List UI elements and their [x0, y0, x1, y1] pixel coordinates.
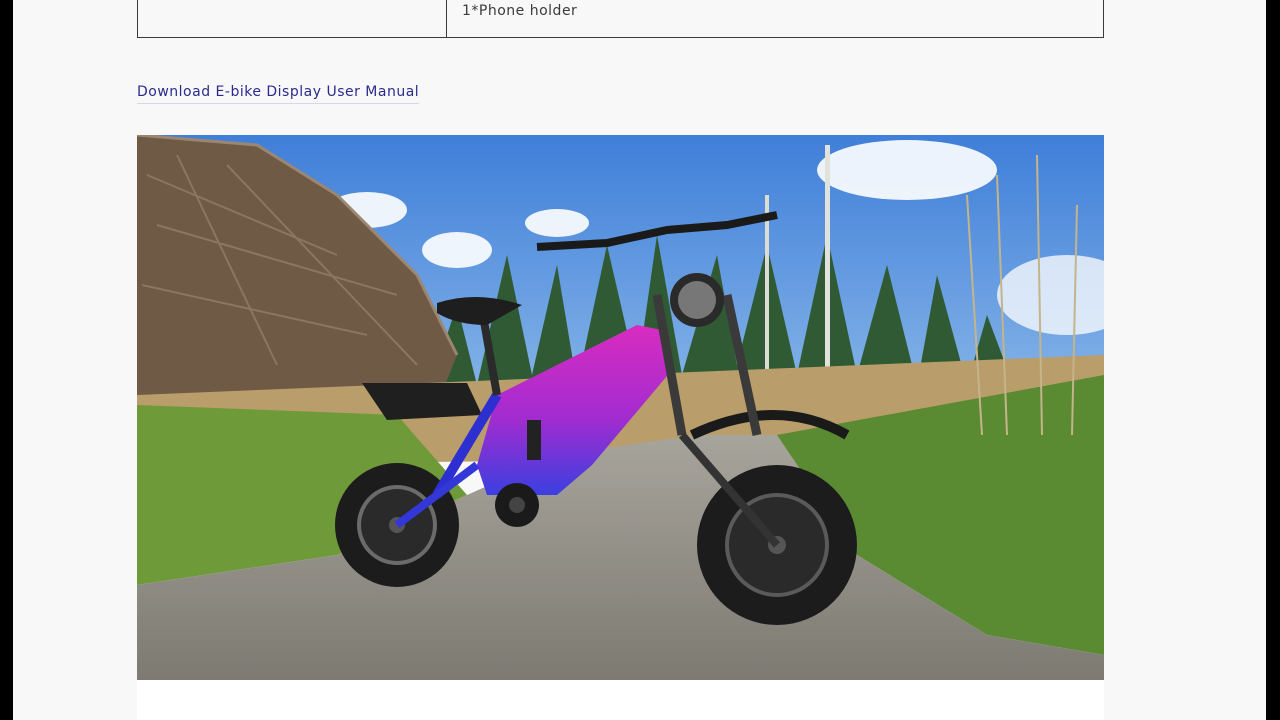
- content-block: [137, 680, 1104, 720]
- spec-cell-label: [138, 0, 447, 37]
- spec-table-row: 1*Phone holder: [137, 0, 1104, 38]
- spec-cell-value: 1*Phone holder: [462, 3, 578, 19]
- download-manual-link[interactable]: Download E-bike Display User Manual: [137, 84, 420, 104]
- ebike-photo: [137, 135, 1104, 680]
- page-scrollbar[interactable]: [1266, 0, 1280, 720]
- product-page: 1*Phone holder Download E-bike Display U…: [13, 0, 1266, 720]
